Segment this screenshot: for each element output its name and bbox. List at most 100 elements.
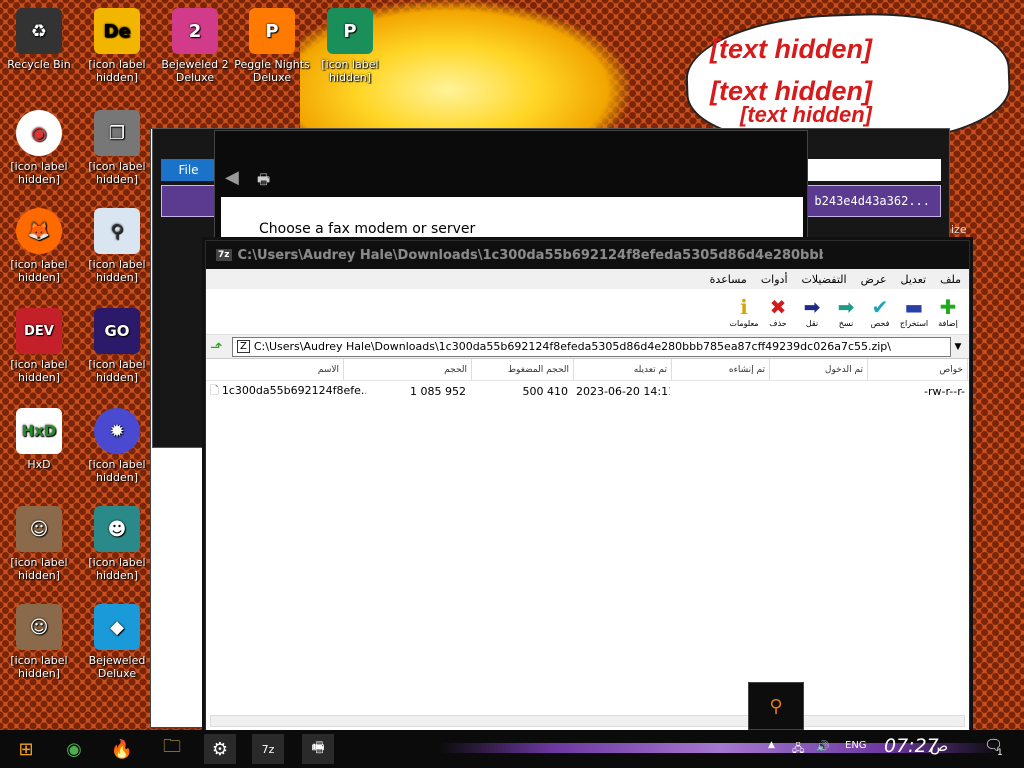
desktop-icon-label: [icon label hidden] xyxy=(10,358,68,384)
desktop-icon-9[interactable]: ⚲ [icon label hidden] xyxy=(78,208,156,284)
back-arrow-icon[interactable]: ◀ xyxy=(225,167,239,188)
info-label: معلومات xyxy=(729,319,759,328)
desktop-icon-12[interactable]: HxD HxD xyxy=(0,408,78,471)
info-icon: ℹ xyxy=(740,295,748,319)
search-icon[interactable]: ⚲ xyxy=(748,682,804,730)
menu-tools[interactable]: أدوات xyxy=(761,273,788,286)
delete-button[interactable]: ✖ حذف xyxy=(761,290,795,334)
taskbar: ⊞ ◉ 🔥 🗀 ⚙ 7z 🖷 ▲ 🖧 🔊 ENG 07:27 ص 🗨 1 xyxy=(0,730,1024,768)
mine-icon: ✹ xyxy=(94,408,140,454)
start-button[interactable]: ⊞ xyxy=(10,734,42,764)
copy-button[interactable]: ➡ نسخ xyxy=(829,290,863,334)
file-name: 1c300da55b692124f8efe... xyxy=(221,383,366,397)
horizontal-scrollbar[interactable] xyxy=(210,715,965,727)
copy-icon: ➡ xyxy=(837,295,855,319)
portrait-icon: ☺ xyxy=(16,506,62,552)
file-tab[interactable]: File xyxy=(161,159,216,181)
menu-bar: ملف تعديل عرض التفضيلات أدوات مساعدة xyxy=(206,269,969,289)
goland-icon: GO xyxy=(94,308,140,354)
firefox-icon: 🦊 xyxy=(16,208,62,254)
up-folder-icon[interactable]: ⬏ xyxy=(210,338,232,356)
column-header: الاسم الحجم الحجم المضغوط تم تعديله تم إ… xyxy=(206,359,969,381)
extract-icon: ▬ xyxy=(904,295,924,319)
santa-icon: ☻ xyxy=(94,506,140,552)
desktop-icon-5[interactable]: P [icon label hidden] xyxy=(311,8,389,84)
chevron-up-icon[interactable]: ▲ xyxy=(768,740,775,750)
folder-taskbar-icon[interactable]: 🗀 xyxy=(156,734,188,764)
modified-cell: 2023-06-20 14:11 xyxy=(576,384,670,398)
col-size[interactable]: الحجم xyxy=(344,359,472,380)
desktop-icon-16[interactable]: ☺ [icon label hidden] xyxy=(0,604,78,680)
publisher-icon: P xyxy=(327,8,373,54)
desktop-icon-10[interactable]: DEV [icon label hidden] xyxy=(0,308,78,384)
col-name[interactable]: الاسم xyxy=(206,359,344,380)
menu-file[interactable]: ملف xyxy=(940,273,961,286)
settings-taskbar-icon[interactable]: ⚙ xyxy=(204,734,236,764)
fax-dialog: ◀ 🖶 Choose a fax modem or server xyxy=(214,130,808,251)
file-icon: 🗋 xyxy=(210,383,219,397)
path-bar: ⬏ Z C:\Users\Audrey Hale\Downloads\1c300… xyxy=(206,335,969,359)
fax-taskbar-icon[interactable]: 🖷 xyxy=(302,734,334,764)
sevenzip-taskbar-icon[interactable]: 7z xyxy=(252,734,284,764)
desktop-icon-2[interactable]: De [icon label hidden] xyxy=(78,8,156,84)
desktop-icon-bejeweled[interactable]: ◆ Bejeweled Deluxe xyxy=(78,604,156,680)
chrome-taskbar-icon[interactable]: ◉ xyxy=(58,734,90,764)
add-icon: ✚ xyxy=(939,295,957,319)
desktop-icon-11[interactable]: GO [icon label hidden] xyxy=(78,308,156,384)
bubble-text-line1: [text hidden] xyxy=(710,34,872,64)
desktop-icon-label: [icon label hidden] xyxy=(88,358,146,384)
language-indicator[interactable]: ENG xyxy=(845,740,867,751)
desktop-icon-13[interactable]: ✹ [icon label hidden] xyxy=(78,408,156,484)
packed-cell: 500 410 xyxy=(522,384,569,398)
desktop-icon-label: Bejeweled 2 Deluxe xyxy=(161,58,229,84)
desktop-icon-label: [icon label hidden] xyxy=(321,58,379,84)
path-text: C:\Users\Audrey Hale\Downloads\1c300da55… xyxy=(253,340,891,353)
col-attributes[interactable]: خواص xyxy=(868,359,968,380)
info-button[interactable]: ℹ معلومات xyxy=(727,290,761,334)
chevron-down-icon[interactable]: ▼ xyxy=(951,342,965,352)
desktop-icon-bejeweled2[interactable]: 2 Bejeweled 2 Deluxe xyxy=(156,8,234,84)
devcpp-icon: DEV xyxy=(16,308,62,354)
diamond-icon: ◆ xyxy=(94,604,140,650)
move-button[interactable]: ➡ نقل xyxy=(795,290,829,334)
desktop-icon-label: [icon label hidden] xyxy=(88,160,146,186)
desktop-icon-label: Recycle Bin xyxy=(7,58,71,71)
menu-view[interactable]: عرض xyxy=(861,273,887,286)
chrome-icon: ◉ xyxy=(16,110,62,156)
recycle-bin-icon: ♻ xyxy=(16,8,62,54)
menu-favorites[interactable]: التفضيلات xyxy=(802,273,847,286)
desktop-icon-8[interactable]: 🦊 [icon label hidden] xyxy=(0,208,78,284)
menu-edit[interactable]: تعديل xyxy=(901,273,927,286)
sevenzip-title-bar[interactable]: 7z C:\Users\Audrey Hale\Downloads\1c300d… xyxy=(206,241,969,269)
volume-icon[interactable]: 🔊 xyxy=(816,740,830,753)
network-icon[interactable]: 🖧 xyxy=(792,740,804,759)
col-accessed[interactable]: تم الدخول xyxy=(770,359,868,380)
extract-label: استخراج xyxy=(899,319,929,328)
hxd-icon: HxD xyxy=(16,408,62,454)
desktop-icon-14[interactable]: ☺ [icon label hidden] xyxy=(0,506,78,582)
firefox-taskbar-icon[interactable]: 🔥 xyxy=(106,734,138,764)
desktop-icon-label: [icon label hidden] xyxy=(10,556,68,582)
notification-count: 1 xyxy=(997,748,1003,758)
path-input[interactable]: Z C:\Users\Audrey Hale\Downloads\1c300da… xyxy=(232,336,951,357)
col-packed[interactable]: الحجم المضغوط xyxy=(472,359,574,380)
clock-ampm: ص xyxy=(930,737,949,755)
test-icon: ✔ xyxy=(871,295,889,319)
test-button[interactable]: ✔ فحص xyxy=(863,290,897,334)
window-title: C:\Users\Audrey Hale\Downloads\1c300da55… xyxy=(237,247,823,263)
col-created[interactable]: تم إنشاءه xyxy=(672,359,770,380)
desktop-icon-peggle[interactable]: P Peggle Nights Deluxe xyxy=(233,8,311,84)
table-row[interactable]: 🗋 1c300da55b692124f8efe... 1 085 952 500 … xyxy=(206,381,969,401)
desktop-icon-7[interactable]: ❐ [icon label hidden] xyxy=(78,110,156,186)
size-column-label: ize xyxy=(951,223,967,236)
add-button[interactable]: ✚ إضافة xyxy=(931,290,965,334)
menu-help[interactable]: مساعدة xyxy=(710,273,747,286)
col-modified[interactable]: تم تعديله xyxy=(574,359,672,380)
desktop-icon-recycle-bin[interactable]: ♻ Recycle Bin xyxy=(0,8,78,71)
desktop-icon-15[interactable]: ☻ [icon label hidden] xyxy=(78,506,156,582)
desktop-icon-6[interactable]: ◉ [icon label hidden] xyxy=(0,110,78,186)
extract-button[interactable]: ▬ استخراج xyxy=(897,290,931,334)
desktop-icon-label: Bejeweled Deluxe xyxy=(88,654,146,680)
fax-heading: Choose a fax modem or server xyxy=(259,221,476,237)
portrait-64-icon: ☺ xyxy=(16,604,62,650)
